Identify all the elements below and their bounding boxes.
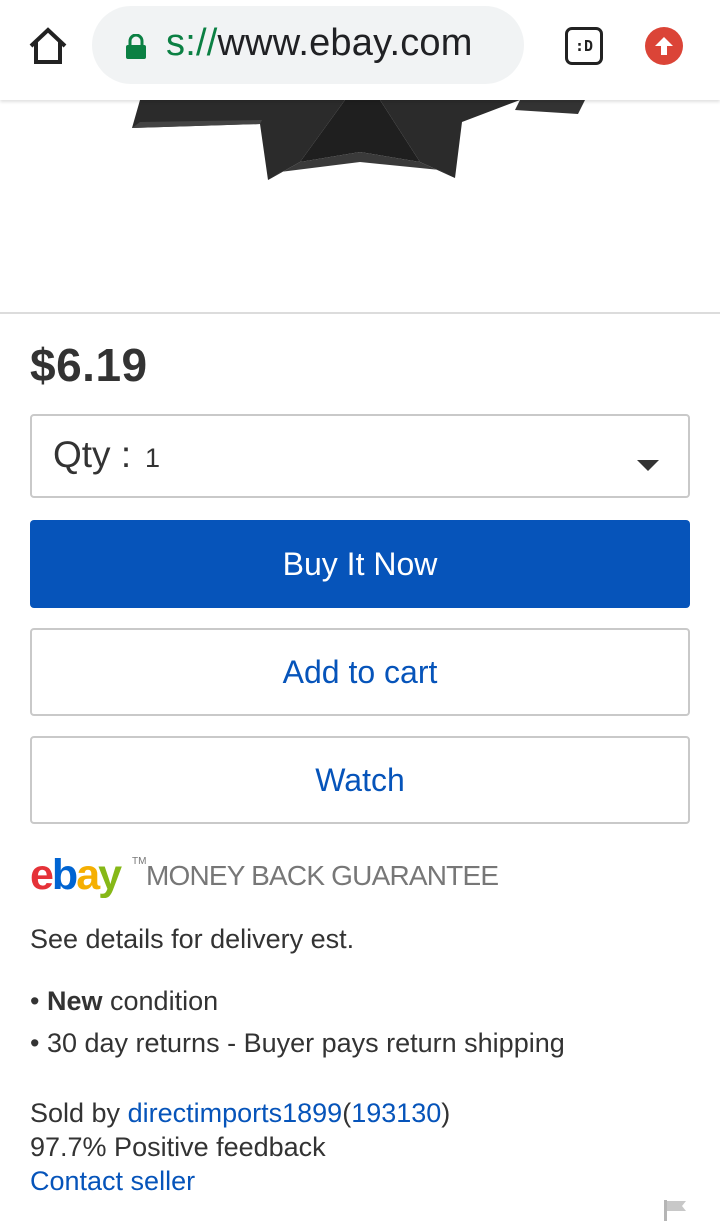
flag-icon[interactable] [662,1198,690,1226]
condition-suffix: condition [110,986,219,1016]
delivery-estimate: See details for delivery est. [30,924,355,954]
product-image[interactable] [0,100,720,312]
ebay-logo-y: y [98,851,122,899]
url-text: s://www.ebay.com [166,22,473,65]
quantity-value: 1 [145,443,161,473]
ebay-logo-e: e [30,851,54,899]
returns-row: • 30 day returns - Buyer pays return shi… [30,1028,565,1059]
add-to-cart-button[interactable]: Add to cart [30,628,690,716]
address-bar[interactable]: s://www.ebay.com [92,6,524,84]
url-host: www.ebay.com [217,22,473,64]
returns-text: 30 day returns - Buyer pays return shipp… [46,1028,565,1058]
sold-by-label: Sold by [30,1098,121,1128]
bullet: • [30,986,40,1016]
browser-toolbar: s://www.ebay.com :D [0,0,720,100]
guarantee-text: MONEY BACK GUARANTEE [146,860,499,891]
open-paren: ( [342,1098,352,1128]
url-scheme: s:// [166,22,218,64]
seller-feedback-score-link[interactable]: 193130 [351,1098,441,1128]
close-paren: ) [441,1098,451,1128]
condition-value: New [46,986,103,1016]
update-icon[interactable] [645,27,683,65]
bullet: • [30,1028,40,1058]
quantity-select[interactable]: Qty : 1 [30,414,690,498]
lock-icon [125,33,147,60]
seller-username-link[interactable]: directimports1899 [128,1098,343,1128]
seller-line: Sold by directimports1899(193130) [30,1098,450,1129]
ebay-logo-b: b [51,851,78,899]
buy-it-now-button[interactable]: Buy It Now [30,520,690,608]
condition-row: • New condition [30,986,218,1017]
ebay-logo-tm: TM [132,856,147,867]
ebay-logo: ebay [30,851,122,899]
tab-switcher-icon[interactable]: :D [565,27,603,65]
watch-button[interactable]: Watch [30,736,690,824]
quantity-label: Qty : [53,434,132,475]
positive-feedback: 97.7% Positive feedback [30,1132,326,1162]
image-divider [0,312,720,314]
chevron-down-icon [637,460,659,471]
ebay-logo-a: a [76,851,100,899]
contact-seller-link[interactable]: Contact seller [30,1166,195,1197]
item-price: $6.19 [30,339,148,391]
home-icon[interactable] [26,26,70,66]
